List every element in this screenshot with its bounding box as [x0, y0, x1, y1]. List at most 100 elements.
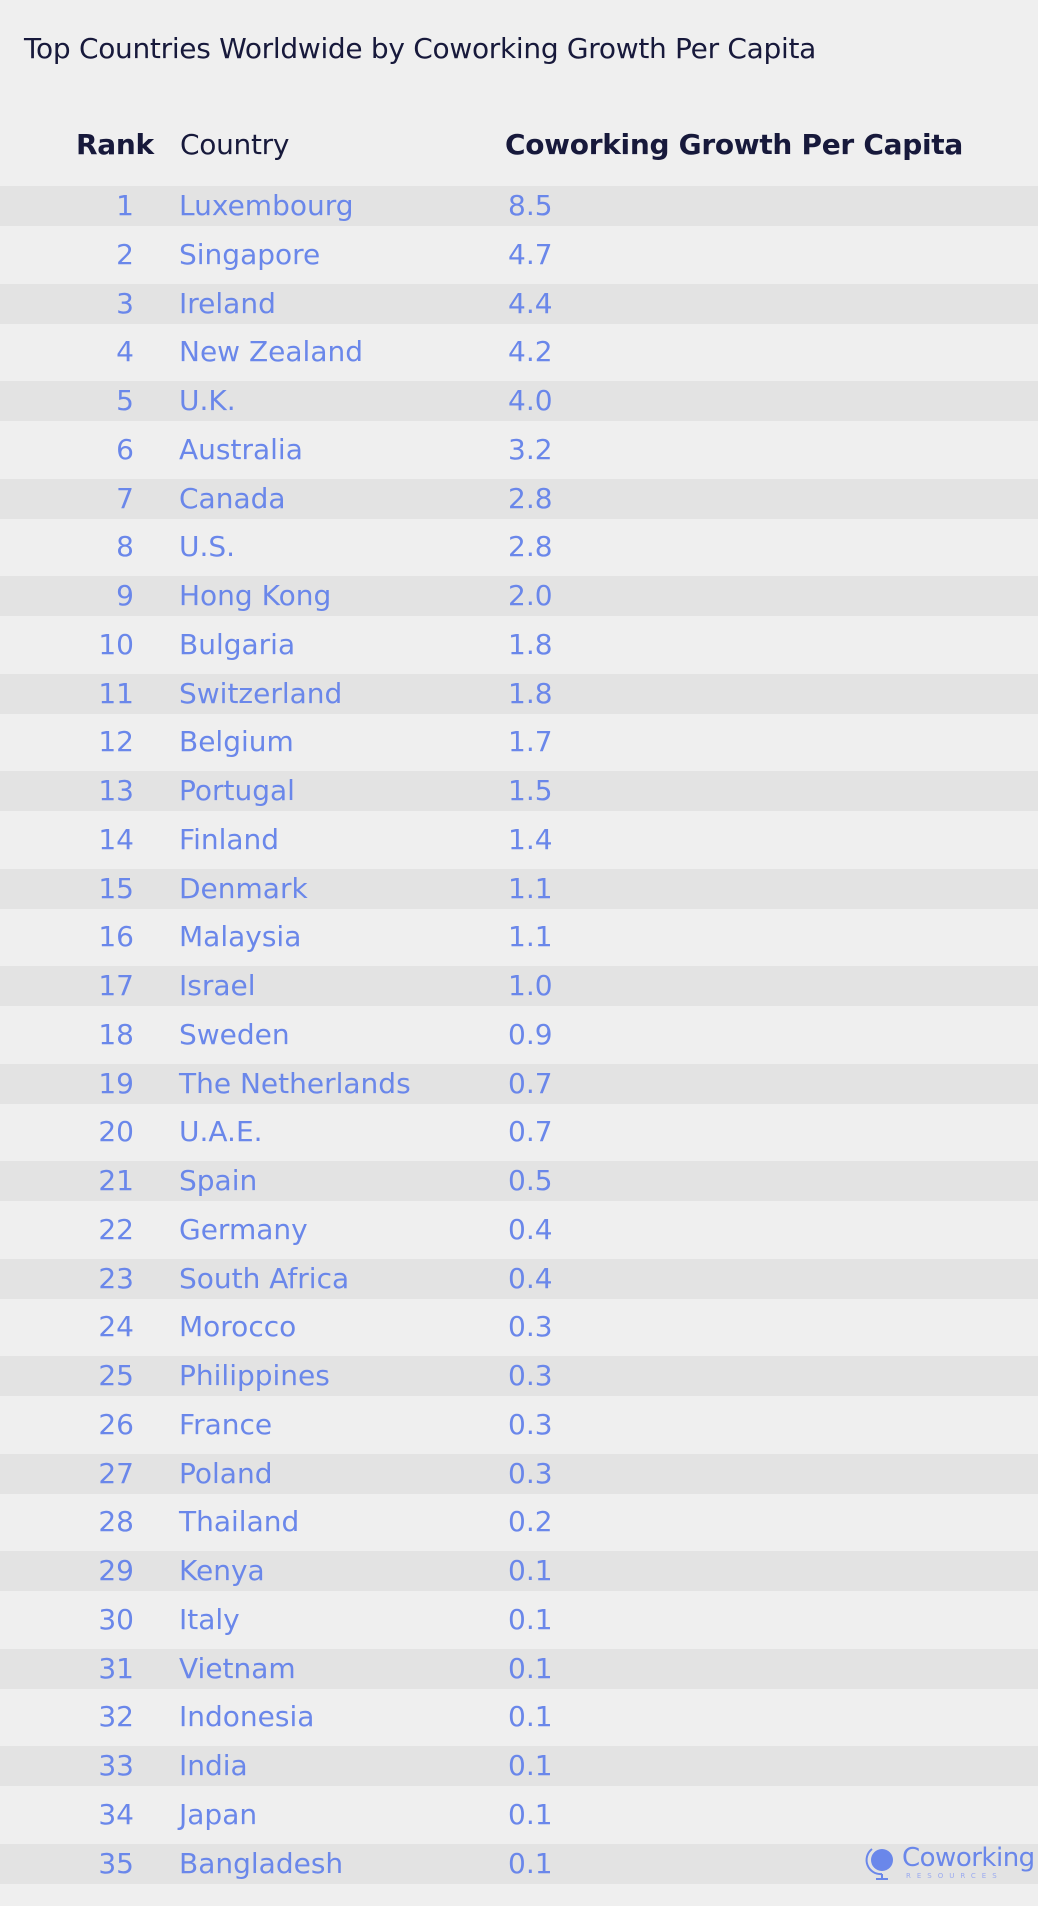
rank-cell: 19 [98, 1066, 134, 1100]
growth-value-cell: 1.4 [508, 822, 553, 856]
growth-value-cell: 0.3 [508, 1310, 553, 1344]
country-cell: India [179, 1749, 248, 1782]
country-cell: Ireland [179, 286, 276, 320]
country-cell: Switzerland [179, 676, 343, 710]
logo-subtitle: RESOURCES [906, 1872, 1003, 1880]
country-cell: Singapore [179, 237, 321, 271]
country-cell: U.K. [179, 384, 236, 417]
column-header-country: Country [180, 128, 290, 161]
rank-cell: 8 [116, 530, 134, 564]
growth-value-cell: 3.2 [508, 432, 553, 466]
country-cell: Germany [179, 1212, 308, 1246]
country-cell: U.S. [179, 530, 236, 564]
rank-cell: 17 [98, 969, 134, 1002]
growth-value-cell: 0.7 [508, 1115, 553, 1149]
growth-value-cell: 1.0 [508, 969, 553, 1002]
growth-value-cell: 2.8 [508, 481, 553, 515]
rank-cell: 35 [98, 1846, 134, 1880]
rank-cell: 18 [98, 1017, 134, 1051]
rank-cell: 11 [98, 676, 134, 710]
growth-value-cell: 8.5 [508, 189, 553, 222]
growth-value-cell: 4.7 [508, 237, 553, 271]
country-cell: Canada [179, 481, 286, 515]
growth-value-cell: 1.1 [508, 871, 553, 905]
country-cell: Bangladesh [179, 1846, 344, 1880]
rank-cell: 22 [98, 1212, 134, 1246]
country-cell: Vietnam [179, 1651, 296, 1685]
rank-cell: 13 [98, 774, 134, 807]
coworking-resources-logo: Coworking RESOURCES [864, 1843, 1035, 1883]
rank-cell: 33 [98, 1749, 134, 1782]
rank-cell: 15 [98, 871, 134, 905]
logo-name: Coworking [902, 1843, 1035, 1873]
rank-cell: 21 [98, 1164, 134, 1197]
rank-cell: 14 [98, 822, 134, 856]
country-cell: Kenya [179, 1554, 265, 1587]
rank-cell: 6 [116, 432, 134, 466]
country-cell: Israel [179, 969, 256, 1002]
country-cell: Japan [179, 1797, 258, 1831]
rank-cell: 28 [98, 1505, 134, 1539]
growth-value-cell: 0.3 [508, 1407, 553, 1441]
growth-value-cell: 4.4 [508, 286, 553, 320]
rank-cell: 20 [98, 1115, 134, 1149]
rank-cell: 5 [116, 384, 134, 417]
country-cell: Bulgaria [179, 627, 296, 661]
growth-value-cell: 4.2 [508, 335, 553, 369]
rank-cell: 10 [98, 627, 134, 661]
growth-value-cell: 0.3 [508, 1456, 553, 1490]
growth-value-cell: 0.1 [508, 1797, 553, 1831]
growth-value-cell: 2.0 [508, 579, 553, 612]
rank-cell: 24 [98, 1310, 134, 1344]
country-cell: Luxembourg [179, 189, 354, 222]
growth-value-cell: 1.8 [508, 676, 553, 710]
globe-icon [865, 1848, 893, 1880]
rank-cell: 30 [98, 1602, 134, 1636]
country-cell: Portugal [179, 774, 295, 807]
column-header-growth: Coworking Growth Per Capita [505, 128, 963, 161]
country-cell: Spain [179, 1164, 258, 1197]
country-cell: Poland [179, 1456, 273, 1490]
rank-cell: 7 [116, 481, 134, 515]
growth-value-cell: 0.2 [508, 1505, 553, 1539]
growth-value-cell: 2.8 [508, 530, 553, 564]
growth-value-cell: 0.1 [508, 1602, 553, 1636]
country-cell: Belgium [179, 725, 294, 759]
growth-value-cell: 0.1 [508, 1554, 553, 1587]
country-cell: U.A.E. [179, 1115, 263, 1149]
growth-value-cell: 0.7 [508, 1066, 553, 1100]
rank-cell: 23 [98, 1261, 134, 1295]
country-cell: Thailand [179, 1505, 300, 1539]
country-cell: Italy [179, 1602, 240, 1636]
growth-value-cell: 0.1 [508, 1651, 553, 1685]
country-cell: The Netherlands [179, 1066, 411, 1100]
column-header-rank: Rank [76, 128, 154, 161]
rank-cell: 2 [116, 237, 134, 271]
growth-value-cell: 0.4 [508, 1261, 553, 1295]
rank-cell: 4 [116, 335, 134, 369]
rank-cell: 12 [98, 725, 134, 759]
country-cell: Malaysia [179, 920, 302, 954]
country-cell: Philippines [179, 1359, 330, 1392]
country-cell: Denmark [179, 871, 308, 905]
country-cell: South Africa [179, 1261, 350, 1295]
rank-cell: 31 [98, 1651, 134, 1685]
growth-value-cell: 1.1 [508, 920, 553, 954]
rank-cell: 1 [116, 189, 134, 222]
growth-value-cell: 1.8 [508, 627, 553, 661]
growth-value-cell: 0.5 [508, 1164, 553, 1197]
rank-cell: 29 [98, 1554, 134, 1587]
rank-cell: 32 [98, 1700, 134, 1734]
country-cell: Finland [179, 822, 280, 856]
table-title: Top Countries Worldwide by Coworking Gro… [24, 32, 816, 65]
rank-cell: 3 [116, 286, 134, 320]
country-cell: Hong Kong [179, 579, 332, 612]
rank-cell: 25 [98, 1359, 134, 1392]
growth-value-cell: 0.1 [508, 1700, 553, 1734]
rank-cell: 26 [98, 1407, 134, 1441]
rank-cell: 34 [98, 1797, 134, 1831]
country-cell: Morocco [179, 1310, 297, 1344]
country-cell: Sweden [179, 1017, 290, 1051]
country-cell: France [179, 1407, 273, 1441]
growth-value-cell: 0.3 [508, 1359, 553, 1392]
